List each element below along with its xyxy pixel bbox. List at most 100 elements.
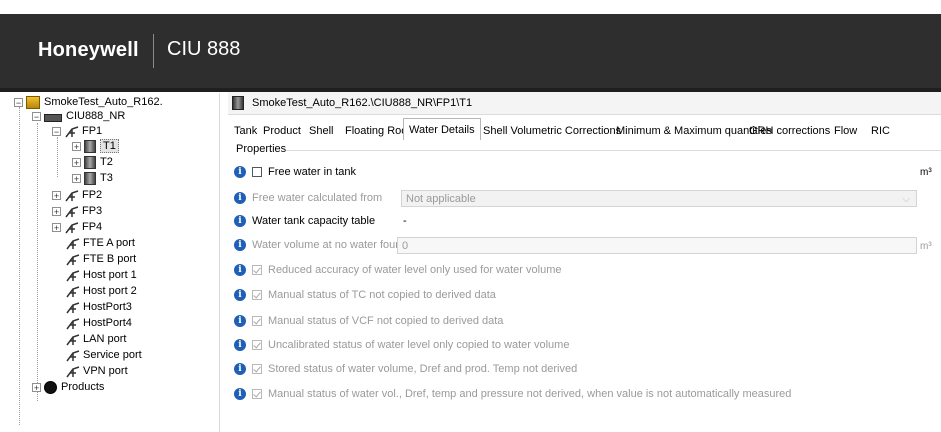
tab-flow[interactable]: Flow bbox=[828, 120, 863, 140]
expand-icon[interactable]: + bbox=[32, 382, 41, 392]
tree-node-label: T3 bbox=[100, 172, 113, 184]
option-checkbox[interactable] bbox=[252, 364, 262, 374]
option-checkbox[interactable] bbox=[252, 265, 262, 275]
capacity-table-value: - bbox=[403, 215, 407, 227]
port-icon bbox=[65, 301, 80, 314]
tree-node-tank[interactable]: + T3 bbox=[72, 171, 113, 185]
info-icon[interactable]: i bbox=[234, 264, 246, 276]
info-icon[interactable]: i bbox=[234, 315, 246, 327]
expand-icon[interactable]: + bbox=[52, 206, 61, 216]
tab-shell[interactable]: Shell bbox=[303, 120, 339, 140]
volume-no-water-label: Water volume at no water found bbox=[252, 239, 408, 251]
option-row: i Manual status of TC not copied to deri… bbox=[234, 286, 496, 304]
option-label: Reduced accuracy of water level only use… bbox=[268, 264, 562, 276]
free-water-row: i Free water in tank bbox=[234, 163, 356, 181]
expand-icon[interactable]: + bbox=[52, 222, 61, 232]
tab-water-details[interactable]: Water Details bbox=[403, 118, 481, 141]
tree-node-port[interactable]: Host port 2 bbox=[65, 284, 137, 298]
tab-product[interactable]: Product bbox=[257, 120, 307, 140]
tree-node-label: FTE A port bbox=[83, 237, 135, 249]
products-icon bbox=[44, 380, 57, 394]
option-row: i Reduced accuracy of water level only u… bbox=[234, 261, 561, 279]
tree-node-port[interactable]: Host port 1 bbox=[65, 268, 137, 282]
port-icon bbox=[65, 349, 80, 362]
field-port-icon bbox=[64, 189, 79, 202]
tree-node-ciu[interactable]: − CIU888_NR bbox=[32, 109, 125, 123]
expand-icon[interactable]: + bbox=[72, 157, 81, 167]
tree-node-label: Host port 1 bbox=[83, 269, 137, 281]
expand-icon[interactable]: + bbox=[72, 141, 81, 151]
field-port-icon bbox=[64, 221, 79, 234]
option-label: Manual status of water vol., Dref, temp … bbox=[268, 388, 792, 400]
tree-node-label: FP4 bbox=[82, 221, 103, 233]
free-water-checkbox[interactable] bbox=[252, 167, 262, 177]
brand-logo: Honeywell bbox=[38, 39, 139, 61]
tree-node-port[interactable]: VPN port bbox=[65, 364, 128, 378]
tree-node-root[interactable]: − SmokeTest_Auto_R162. bbox=[14, 95, 163, 109]
site-icon bbox=[26, 95, 40, 109]
info-icon[interactable]: i bbox=[234, 289, 246, 301]
info-icon[interactable]: i bbox=[234, 339, 246, 351]
tree-node-port[interactable]: HostPort3 bbox=[65, 300, 132, 314]
project-tree[interactable]: − SmokeTest_Auto_R162. − CIU888_NR − FP1… bbox=[10, 93, 220, 432]
tree-guide-line bbox=[57, 137, 58, 177]
tree-node-port[interactable]: HostPort4 bbox=[65, 316, 132, 330]
calc-from-select[interactable]: Not applicable ⌵ bbox=[401, 190, 917, 207]
tank-icon bbox=[84, 139, 96, 153]
tree-node-port[interactable]: Service port bbox=[65, 348, 142, 362]
option-label: Manual status of TC not copied to derive… bbox=[268, 289, 496, 301]
tree-node-products[interactable]: + Products bbox=[32, 380, 104, 394]
volume-no-water-input[interactable]: 0 bbox=[397, 237, 917, 254]
port-icon bbox=[65, 269, 80, 282]
info-icon[interactable]: i bbox=[234, 166, 246, 178]
tank-icon bbox=[84, 155, 96, 169]
tab-bar: Tank Product Shell Floating Roof Water D… bbox=[228, 118, 941, 141]
option-checkbox[interactable] bbox=[252, 290, 262, 300]
calc-from-value: Not applicable bbox=[406, 193, 476, 205]
tree-node-fp[interactable]: + FP4 bbox=[52, 220, 102, 234]
tree-node-port[interactable]: LAN port bbox=[65, 332, 126, 346]
free-water-label: Free water in tank bbox=[268, 166, 357, 178]
tree-node-label: LAN port bbox=[83, 333, 127, 345]
collapse-icon[interactable]: − bbox=[14, 97, 23, 107]
unit-label: m³ bbox=[920, 167, 932, 178]
field-port-icon bbox=[64, 205, 79, 218]
tree-node-tank[interactable]: + T1 bbox=[72, 139, 119, 153]
option-checkbox[interactable] bbox=[252, 389, 262, 399]
properties-group-label: Properties bbox=[236, 143, 287, 155]
tab-grh-corrections[interactable]: GRH corrections bbox=[743, 120, 836, 140]
port-icon bbox=[65, 317, 80, 330]
expand-icon[interactable]: + bbox=[52, 190, 61, 200]
header-divider bbox=[153, 34, 154, 68]
tree-node-label: SmokeTest_Auto_R162. bbox=[44, 96, 163, 108]
collapse-icon[interactable]: − bbox=[32, 111, 41, 121]
expand-icon[interactable]: + bbox=[72, 173, 81, 183]
info-icon[interactable]: i bbox=[234, 192, 246, 204]
tree-node-fp[interactable]: + FP3 bbox=[52, 204, 102, 218]
tab-shell-volumetric-corrections[interactable]: Shell Volumetric Corrections bbox=[477, 120, 627, 140]
tab-ric[interactable]: RIC bbox=[865, 120, 896, 140]
tree-node-fp1[interactable]: − FP1 bbox=[52, 124, 102, 138]
tree-node-tank[interactable]: + T2 bbox=[72, 155, 113, 169]
port-icon bbox=[65, 237, 80, 250]
option-checkbox[interactable] bbox=[252, 316, 262, 326]
tree-node-fp[interactable]: + FP2 bbox=[52, 188, 102, 202]
option-checkbox[interactable] bbox=[252, 340, 262, 350]
option-label: Manual status of VCF not copied to deriv… bbox=[268, 315, 504, 327]
field-port-icon bbox=[64, 125, 79, 138]
collapse-icon[interactable]: − bbox=[52, 126, 61, 136]
tree-node-label: VPN port bbox=[83, 365, 128, 377]
info-icon[interactable]: i bbox=[234, 388, 246, 400]
product-title: CIU 888 bbox=[167, 38, 241, 60]
info-icon[interactable]: i bbox=[234, 215, 246, 227]
info-icon[interactable]: i bbox=[234, 239, 246, 251]
tree-node-label: FP3 bbox=[82, 205, 103, 217]
tree-node-port[interactable]: FTE B port bbox=[65, 252, 136, 266]
tree-node-label: Service port bbox=[83, 349, 142, 361]
port-icon bbox=[65, 285, 80, 298]
calc-from-label: Free water calculated from bbox=[252, 192, 383, 204]
info-icon[interactable]: i bbox=[234, 363, 246, 375]
tree-node-label: FP2 bbox=[82, 189, 103, 201]
tree-node-label: FTE B port bbox=[83, 253, 137, 265]
tree-node-port[interactable]: FTE A port bbox=[65, 236, 135, 250]
